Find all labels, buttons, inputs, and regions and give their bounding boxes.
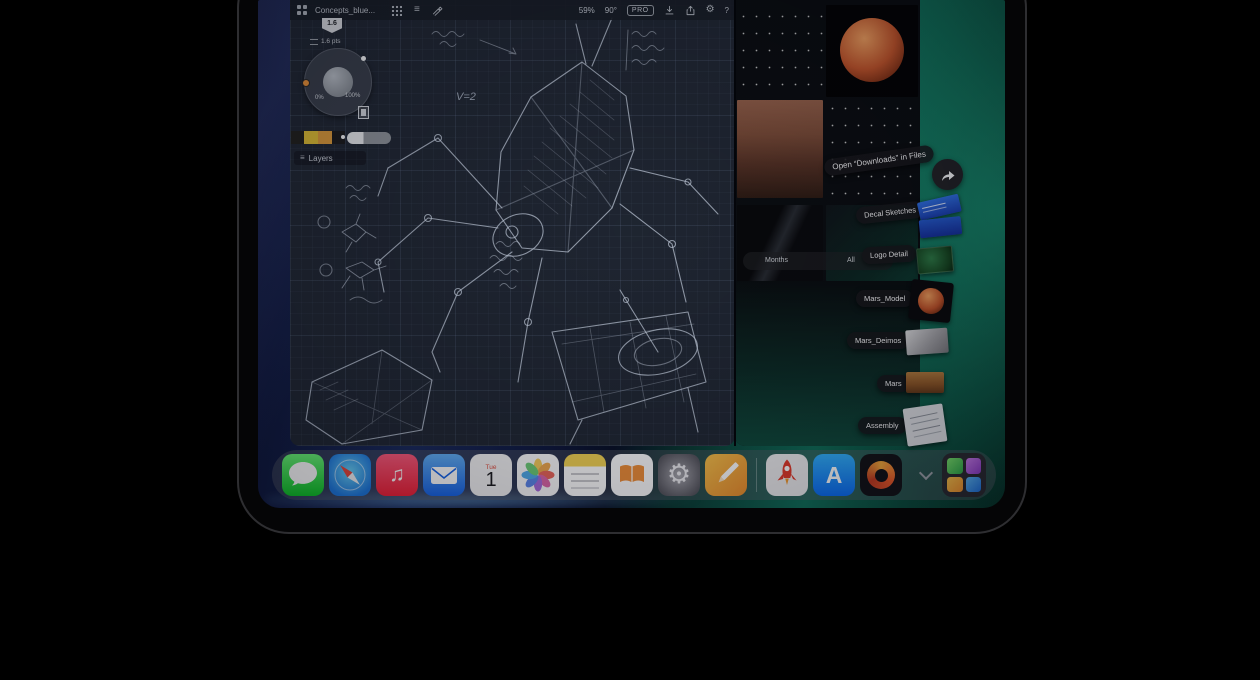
drag-item-logo-detail[interactable]: Logo Detail (862, 245, 917, 265)
drag-drop-layer: Open “Downloads” in Files Decal Sketches… (258, 0, 1005, 508)
mars-deimos-thumbnail[interactable] (905, 328, 949, 356)
drop-share-button[interactable] (932, 159, 963, 190)
mars-model-thumbnail[interactable] (908, 279, 954, 323)
ipad-screen: V=2 Concepts_blue... ≡ (258, 0, 1005, 508)
mars-sphere (917, 287, 946, 316)
decal-blue-2 (919, 216, 963, 238)
drag-item-mars-model[interactable]: Mars_Model (856, 290, 913, 307)
ipad-device: V=2 Concepts_blue... ≡ (237, 0, 1027, 534)
assembly-thumbnail[interactable] (903, 403, 948, 446)
drag-action-open-downloads[interactable]: Open “Downloads” in Files (823, 144, 935, 176)
logo-detail-thumbnail[interactable] (916, 245, 954, 274)
drag-item-mars-deimos[interactable]: Mars_Deimos (847, 332, 909, 349)
forward-arrow-icon (940, 168, 956, 182)
stage: V=2 Concepts_blue... ≡ (0, 0, 1260, 680)
decal-sketches-thumbnail[interactable] (915, 193, 967, 244)
mars-thumbnail[interactable] (906, 372, 944, 393)
drag-item-mars[interactable]: Mars (877, 375, 910, 392)
assembly-sketch-lines (910, 412, 938, 419)
drag-item-assembly[interactable]: Assembly (858, 417, 907, 434)
drag-item-decal-sketches[interactable]: Decal Sketches (855, 200, 925, 224)
